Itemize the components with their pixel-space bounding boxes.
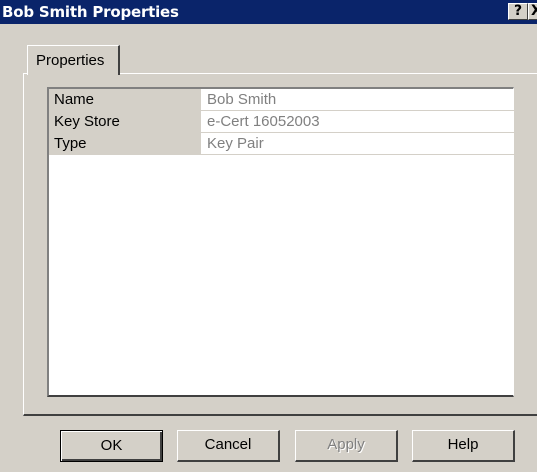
apply-button-label: Apply — [327, 436, 365, 453]
tab-properties[interactable]: Properties — [27, 45, 120, 75]
cancel-button-label: Cancel — [204, 436, 252, 453]
help-button[interactable]: Help — [412, 430, 515, 462]
cancel-button[interactable]: Cancel — [177, 430, 280, 462]
close-icon: X — [531, 4, 537, 19]
ok-button-label: OK — [100, 437, 123, 454]
apply-button: Apply — [295, 430, 398, 462]
close-button[interactable]: X — [528, 3, 537, 20]
window-title: Bob Smith Properties — [2, 3, 179, 21]
tab-panel — [23, 73, 537, 416]
question-mark-icon: ? — [513, 3, 523, 19]
title-bar[interactable]: Bob Smith Properties ? X — [0, 0, 537, 24]
help-button-label: Help — [447, 436, 479, 453]
tab-label: Properties — [36, 52, 105, 69]
help-title-button[interactable]: ? — [508, 3, 528, 20]
ok-button[interactable]: OK — [60, 430, 163, 462]
